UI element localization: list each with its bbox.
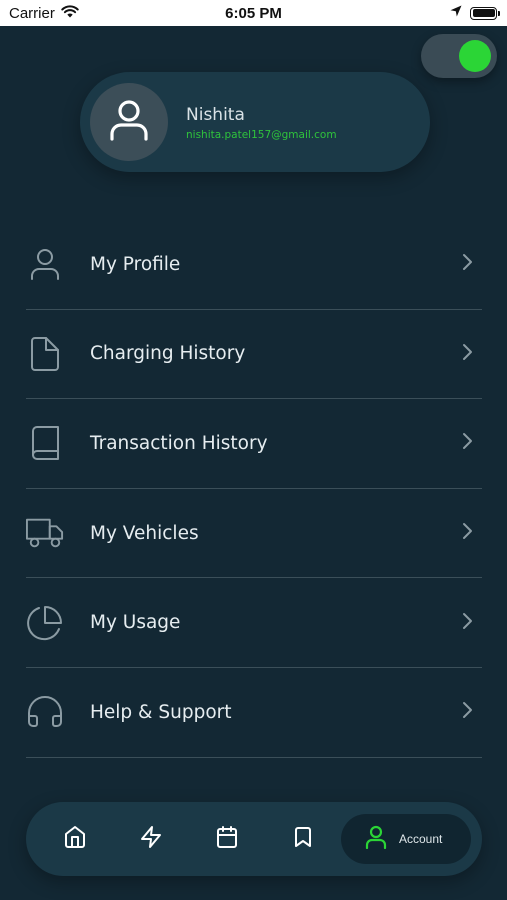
carrier-label: Carrier — [9, 4, 55, 22]
tab-bookmarks[interactable] — [287, 823, 319, 855]
menu-item-label: Help & Support — [90, 701, 232, 723]
bottom-tab-bar: Account — [26, 802, 482, 876]
chevron-right-icon — [462, 343, 474, 365]
headphones-icon — [26, 693, 64, 731]
profile-name: Nishita — [186, 105, 245, 125]
tab-account[interactable]: Account — [341, 814, 471, 864]
status-bar: Carrier 6:05 PM — [0, 0, 507, 26]
avatar — [90, 83, 168, 161]
profile-card[interactable]: Nishita nishita.patel157@gmail.com — [80, 72, 430, 172]
status-right — [450, 4, 500, 22]
menu-item-label: My Usage — [90, 612, 181, 634]
book-icon — [26, 424, 64, 462]
chevron-right-icon — [462, 522, 474, 544]
chevron-right-icon — [462, 432, 474, 454]
file-icon — [26, 335, 64, 373]
tab-charge[interactable] — [135, 823, 167, 855]
menu-item-label: Charging History — [90, 343, 246, 365]
menu-item-help-support[interactable]: Help & Support — [26, 668, 482, 758]
chevron-right-icon — [462, 612, 474, 634]
tab-account-label: Account — [399, 832, 443, 846]
calendar-icon — [215, 825, 239, 853]
toggle-knob — [459, 40, 491, 72]
menu-item-charging-history[interactable]: Charging History — [26, 310, 482, 400]
profile-email: nishita.patel157@gmail.com — [186, 129, 337, 141]
menu-item-transaction-history[interactable]: Transaction History — [26, 399, 482, 489]
bookmark-icon — [291, 825, 315, 853]
user-avatar-icon — [109, 99, 149, 145]
user-icon — [26, 245, 64, 283]
account-menu: My Profile Charging History Transaction … — [26, 220, 482, 758]
wifi-icon — [61, 4, 79, 22]
user-icon — [365, 825, 387, 853]
battery-icon — [470, 6, 500, 20]
menu-item-my-usage[interactable]: My Usage — [26, 578, 482, 668]
theme-toggle[interactable] — [421, 34, 497, 78]
home-icon — [63, 825, 87, 853]
menu-item-label: My Profile — [90, 253, 181, 275]
menu-item-label: Transaction History — [90, 432, 268, 454]
truck-icon — [26, 514, 64, 552]
tab-calendar[interactable] — [211, 823, 243, 855]
pie-chart-icon — [26, 604, 64, 642]
location-arrow-icon — [450, 4, 462, 22]
tab-home[interactable] — [59, 823, 91, 855]
menu-item-my-vehicles[interactable]: My Vehicles — [26, 489, 482, 579]
lightning-icon — [139, 825, 163, 853]
chevron-right-icon — [462, 253, 474, 275]
menu-item-label: My Vehicles — [90, 522, 199, 544]
status-left: Carrier — [9, 5, 79, 22]
menu-item-my-profile[interactable]: My Profile — [26, 220, 482, 310]
chevron-right-icon — [462, 701, 474, 723]
